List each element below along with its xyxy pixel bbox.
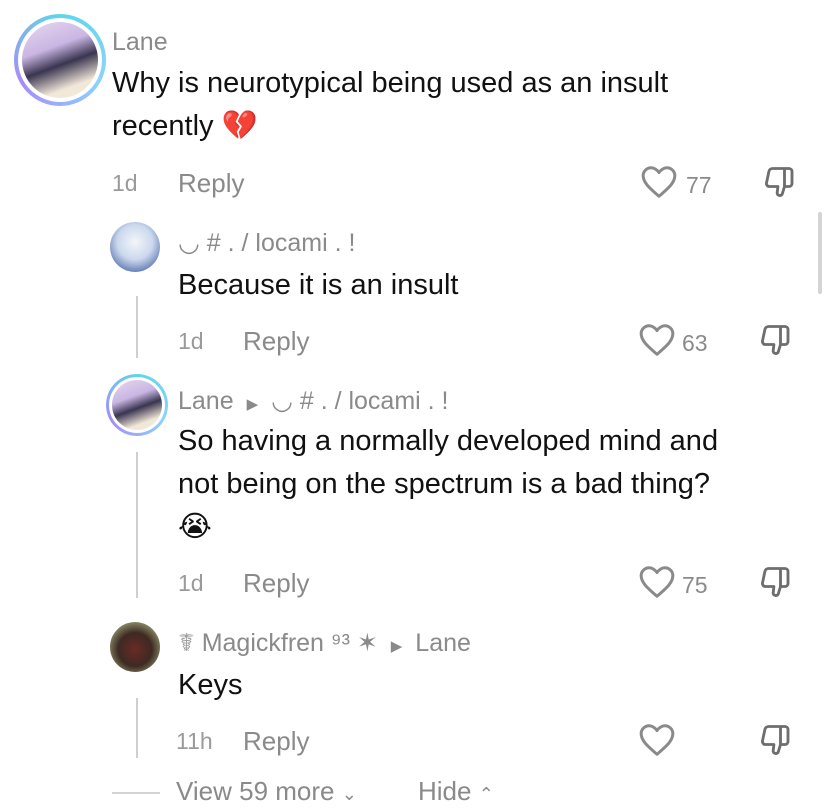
chevron-down-icon: ⌄ xyxy=(341,784,357,804)
username[interactable]: Lane xyxy=(178,387,234,415)
avatar-lane[interactable] xyxy=(106,374,168,436)
reply-button[interactable]: Reply xyxy=(243,326,309,357)
like-count: 77 xyxy=(686,172,712,198)
like-button[interactable] xyxy=(638,322,676,358)
triangle-right-icon: ▶ xyxy=(390,638,403,655)
comment-text: Keys xyxy=(178,669,243,701)
reply-button[interactable]: Reply xyxy=(178,168,244,199)
comment-text: Because it is an insult xyxy=(178,269,459,301)
comment-time: 11h xyxy=(176,728,213,754)
comment-text: Why is neurotypical being used as an ins… xyxy=(112,62,792,148)
thumbs-down-outline-icon xyxy=(761,725,790,755)
like-button[interactable] xyxy=(638,564,676,600)
hide-button[interactable]: Hide ⌃ xyxy=(418,776,494,807)
like-button[interactable] xyxy=(638,722,676,758)
dislike-button[interactable] xyxy=(758,564,794,600)
username-suffix: ⁹³ ✶ xyxy=(330,629,378,657)
heart-outline-icon xyxy=(639,724,675,756)
comment-username[interactable]: ◡ # . / locami . ! xyxy=(178,228,355,258)
like-button[interactable] xyxy=(640,164,678,200)
thumbs-down-outline-icon xyxy=(765,167,794,197)
heart-outline-icon xyxy=(639,324,675,356)
hide-label: Hide xyxy=(418,776,472,806)
avatar-lane[interactable] xyxy=(14,14,106,106)
thread-line xyxy=(136,452,138,598)
reply-button[interactable]: Reply xyxy=(243,726,309,757)
avatar-locami[interactable] xyxy=(110,222,160,272)
comment-text-line: recently xyxy=(112,110,214,142)
avatar-magickfren[interactable] xyxy=(110,622,160,672)
comment-username[interactable]: ☤ Magickfren ⁹³ ✶ ▶ Lane xyxy=(178,628,471,658)
thumbs-down-outline-icon xyxy=(761,325,790,355)
dislike-button[interactable] xyxy=(758,722,794,758)
scrollbar[interactable] xyxy=(818,212,822,294)
comment-text-line: Why is neurotypical being used as an ins… xyxy=(112,67,669,99)
comment-time: 1d xyxy=(178,328,204,354)
footer-divider xyxy=(112,792,160,794)
comment-time: 1d xyxy=(178,570,204,596)
comment-text: So having a normally developed mind and … xyxy=(178,420,798,549)
dislike-button[interactable] xyxy=(758,322,794,358)
reply-to-username[interactable]: Lane xyxy=(415,629,471,657)
thread-line xyxy=(136,698,138,758)
comment-time: 1d xyxy=(112,170,138,196)
comment-text-line: not being on the spectrum is a bad thing… xyxy=(178,468,711,500)
view-more-label: View 59 more xyxy=(176,776,335,806)
like-count: 75 xyxy=(682,572,708,598)
comment-username[interactable]: Lane ▶ ◡ # . / locami . ! xyxy=(178,386,449,416)
comment-username[interactable]: Lane xyxy=(112,28,168,57)
reply-to-username[interactable]: ◡ # . / locami . ! xyxy=(271,387,448,415)
crying-emoji: 😭 xyxy=(178,511,212,543)
view-more-button[interactable]: View 59 more ⌄ xyxy=(176,776,357,807)
comment-text-line: So having a normally developed mind and xyxy=(178,425,719,457)
heart-outline-icon xyxy=(639,566,675,598)
chevron-up-icon: ⌃ xyxy=(478,784,494,804)
triangle-right-icon: ▶ xyxy=(246,396,259,413)
reply-button[interactable]: Reply xyxy=(243,568,309,599)
dislike-button[interactable] xyxy=(762,164,798,200)
thread-line xyxy=(136,296,138,358)
thumbs-down-outline-icon xyxy=(761,567,790,597)
like-count: 63 xyxy=(682,330,708,356)
broken-heart-emoji: 💔 xyxy=(221,110,258,142)
username-prefix-symbol: ☤ xyxy=(178,629,195,657)
heart-outline-icon xyxy=(641,166,677,198)
username[interactable]: Magickfren xyxy=(202,629,324,657)
